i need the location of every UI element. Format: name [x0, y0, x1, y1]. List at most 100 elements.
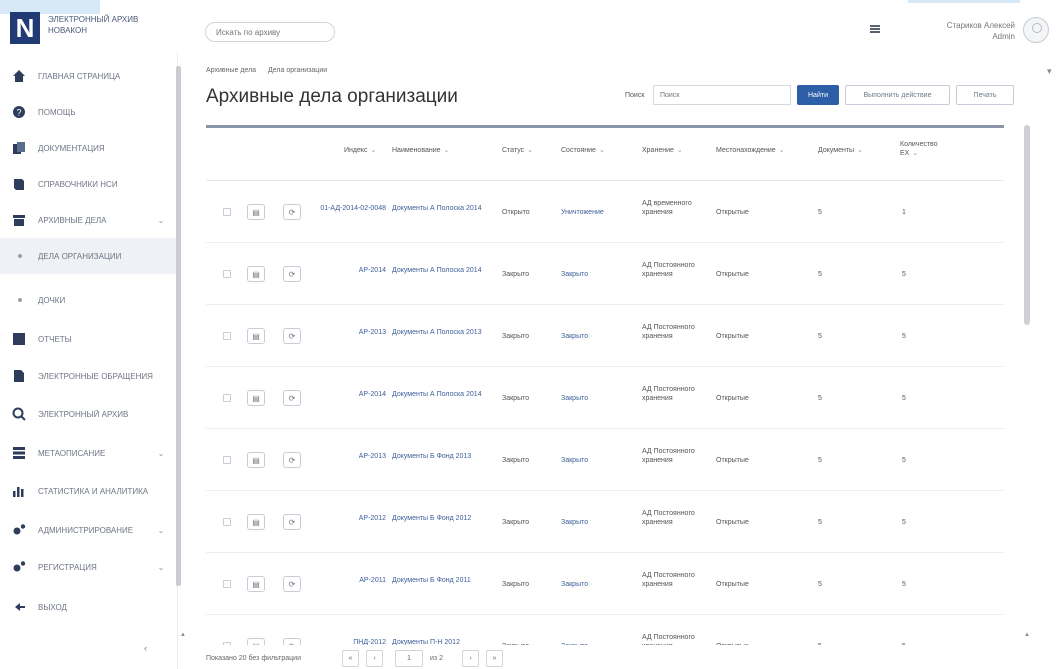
sidebar-item[interactable]: Дела организации — [0, 238, 178, 274]
avatar[interactable] — [1023, 17, 1049, 43]
history-icon[interactable]: ⟳ — [283, 204, 301, 220]
sidebar-item[interactable]: Электронные обращения — [0, 358, 178, 394]
column-header[interactable]: Хранение ⌄ — [642, 146, 683, 155]
row-index[interactable]: ПНД-2012 — [310, 638, 386, 645]
breadcrumb-item[interactable]: Дела организации — [268, 67, 327, 74]
sidebar-item[interactable]: Справочники НСИ — [0, 166, 178, 202]
row-state[interactable]: Закрыто — [561, 456, 637, 465]
history-icon[interactable]: ⟳ — [283, 638, 301, 645]
sidebar-scrollbar[interactable] — [176, 66, 181, 586]
breadcrumb-item[interactable]: Архивные дела — [206, 67, 256, 74]
table-row[interactable]: ▤ ⟳ АР-2013 Документы А Полоска 2013 Закрыто… — [206, 305, 1004, 367]
row-state[interactable]: Закрыто — [561, 642, 637, 645]
sort-icon[interactable]: ⌄ — [857, 147, 863, 154]
view-icon[interactable]: ▤ — [247, 328, 265, 344]
row-index[interactable]: АР-2012 — [310, 514, 386, 523]
chevron-down-icon[interactable]: ⌄ — [154, 526, 168, 535]
row-name[interactable]: Документы А Полоска 2014 — [392, 390, 488, 399]
row-index[interactable]: АР-2014 — [310, 390, 386, 399]
sidebar-item[interactable]: Метаописание ⌄ — [0, 435, 178, 471]
row-name[interactable]: Документы А Полоска 2014 — [392, 266, 488, 275]
view-icon[interactable]: ▤ — [247, 204, 265, 220]
row-name[interactable]: Документы Б Фонд 2012 — [392, 514, 488, 523]
sort-icon[interactable]: ⌄ — [371, 147, 377, 154]
sidebar-item[interactable]: ? Помощь — [0, 94, 178, 130]
view-icon[interactable]: ▤ — [247, 638, 265, 645]
row-checkbox[interactable] — [223, 270, 231, 278]
table-scrollbar[interactable] — [1024, 125, 1030, 325]
column-header[interactable]: Местонахождение ⌄ — [716, 146, 785, 155]
action-button[interactable]: Выполнить действие — [845, 85, 950, 105]
row-state[interactable]: Закрыто — [561, 394, 637, 403]
sidebar-item[interactable]: Архивные дела ⌄ — [0, 202, 178, 238]
row-name[interactable]: Документы П-Н 2012 — [392, 638, 488, 645]
row-state[interactable]: Закрыто — [561, 270, 637, 279]
row-index[interactable]: АР-2013 — [310, 328, 386, 337]
scroll-left-icon[interactable]: ▲ — [180, 632, 186, 638]
row-checkbox[interactable] — [223, 456, 231, 464]
row-index[interactable]: 01-АД-2014-02-0048 — [310, 204, 386, 213]
column-header[interactable]: Индекс ⌄ — [344, 146, 376, 155]
history-icon[interactable]: ⟳ — [283, 514, 301, 530]
table-row[interactable]: ▤ ⟳ АР-2011 Документы Б Фонд 2011 Закрыто Зак… — [206, 553, 1004, 615]
sidebar-item[interactable]: Регистрация ⌄ — [0, 549, 178, 585]
sidebar-item[interactable]: Выход — [0, 589, 178, 625]
chevron-down-icon[interactable]: ⌄ — [154, 563, 168, 572]
global-search-input[interactable] — [205, 22, 335, 42]
table-search-input[interactable] — [653, 85, 791, 105]
column-header[interactable]: Документы ⌄ — [818, 146, 863, 155]
sort-icon[interactable]: ⌄ — [444, 147, 450, 154]
sort-icon[interactable]: ⌄ — [527, 147, 533, 154]
row-checkbox[interactable] — [223, 642, 231, 645]
column-header[interactable]: Состояние ⌄ — [561, 146, 605, 155]
row-index[interactable]: АР-2014 — [310, 266, 386, 275]
view-icon[interactable]: ▤ — [247, 576, 265, 592]
column-header[interactable]: Статус ⌄ — [502, 146, 533, 155]
table-row[interactable]: ▤ ⟳ АР-2014 Документы А Полоска 2014 Закрыто… — [206, 367, 1004, 429]
table-row[interactable]: ▤ ⟳ АР-2014 Документы А Полоска 2014 Закрыто… — [206, 243, 1004, 305]
sort-icon[interactable]: ⌄ — [599, 147, 605, 154]
chevron-down-icon[interactable]: ⌄ — [154, 449, 168, 458]
column-header[interactable]: Наименование ⌄ — [392, 146, 449, 155]
history-icon[interactable]: ⟳ — [283, 266, 301, 282]
prev-page-button[interactable]: ‹ — [366, 650, 383, 667]
scroll-down-icon[interactable]: ▲ — [1024, 632, 1030, 638]
row-name[interactable]: Документы Б Фонд 2011 — [392, 576, 488, 585]
sort-icon[interactable]: ⌄ — [912, 150, 918, 157]
row-checkbox[interactable] — [223, 332, 231, 340]
row-state[interactable]: Закрыто — [561, 332, 637, 341]
sidebar-item[interactable]: Главная страница — [0, 58, 178, 94]
view-icon[interactable]: ▤ — [247, 452, 265, 468]
row-state[interactable]: Закрыто — [561, 580, 637, 589]
view-icon[interactable]: ▤ — [247, 514, 265, 530]
row-checkbox[interactable] — [223, 580, 231, 588]
print-button[interactable]: Печать — [956, 85, 1014, 105]
row-state[interactable]: Уничтожение — [561, 208, 637, 217]
row-name[interactable]: Документы Б Фонд 2013 — [392, 452, 488, 461]
page-number-input[interactable]: 1 — [395, 650, 423, 667]
chevron-down-icon[interactable]: ⌄ — [154, 216, 168, 225]
sidebar-collapse-button[interactable]: ‹ — [144, 643, 147, 653]
row-index[interactable]: АР-2013 — [310, 452, 386, 461]
row-name[interactable]: Документы А Полоска 2014 — [392, 204, 488, 213]
sidebar-item[interactable]: Статистика и аналитика — [0, 473, 178, 509]
table-row[interactable]: ▤ ⟳ 01-АД-2014-02-0048 Документы А Полоска … — [206, 181, 1004, 243]
sort-icon[interactable]: ⌄ — [779, 147, 785, 154]
column-header[interactable]: Количество ЕХ ⌄ — [900, 140, 940, 158]
filter-arrow-icon[interactable]: ▾ — [1047, 66, 1052, 77]
row-index[interactable]: АР-2011 — [310, 576, 386, 585]
sidebar-item[interactable]: Администрирование ⌄ — [0, 512, 178, 548]
table-row[interactable]: ▤ ⟳ ПНД-2012 Документы П-Н 2012 ЗакрытоЗакры… — [206, 615, 1004, 645]
first-page-button[interactable]: « — [342, 650, 359, 667]
table-row[interactable]: ▤ ⟳ АР-2012 Документы Б Фонд 2012 Закрыто Зак… — [206, 491, 1004, 553]
history-icon[interactable]: ⟳ — [283, 576, 301, 592]
search-button[interactable]: Найти — [797, 85, 839, 105]
history-icon[interactable]: ⟳ — [283, 452, 301, 468]
last-page-button[interactable]: » — [486, 650, 503, 667]
sidebar-item[interactable]: Электронный архив — [0, 396, 178, 432]
sidebar-item[interactable]: Документация — [0, 130, 178, 166]
logo-icon[interactable]: N — [10, 12, 40, 44]
row-state[interactable]: Закрыто — [561, 518, 637, 527]
row-checkbox[interactable] — [223, 518, 231, 526]
sidebar-item[interactable]: Дочки — [0, 282, 178, 318]
